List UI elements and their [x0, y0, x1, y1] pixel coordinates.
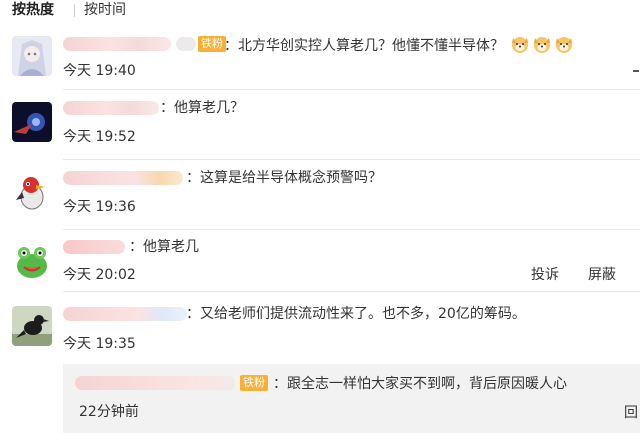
comment-text: ：他算老几: [129, 239, 199, 255]
avatar[interactable]: [12, 36, 52, 76]
sort-by-time-tab[interactable]: 按时间: [84, 0, 126, 20]
username-blurred-tail: [176, 37, 196, 51]
dog-face-emoji-icon: [556, 37, 573, 53]
comment-text: ：又给老师们提供流动性来了。也不多，20亿的筹码。: [186, 306, 526, 322]
more-indicator[interactable]: [633, 70, 639, 72]
comment-item: ：这算是给半导体概念预警吗？ 今天 19:36: [0, 160, 640, 230]
reply-username-blurred[interactable]: [75, 376, 235, 390]
fan-badge: 铁粉: [240, 375, 268, 391]
report-button[interactable]: 投诉: [531, 265, 559, 285]
avatar[interactable]: [12, 102, 52, 142]
avatar[interactable]: [12, 172, 52, 212]
username-blurred[interactable]: [63, 37, 171, 51]
comment-time: 今天 19:40: [63, 63, 136, 79]
username-blurred[interactable]: [63, 101, 159, 115]
avatar[interactable]: [12, 306, 52, 346]
dog-face-emoji-icon: [534, 37, 551, 53]
comment-text: ：他算老几？: [160, 100, 244, 116]
sort-bar: 按热度 按时间: [0, 0, 640, 22]
comment-time: 今天 20:02: [63, 267, 136, 283]
comment-item: ：他算老几？ 今天 19:52: [0, 90, 640, 160]
username-blurred[interactable]: [63, 171, 183, 185]
comment-time: 今天 19:35: [63, 336, 136, 352]
sort-divider: [74, 4, 75, 17]
reply-time: 22分钟前: [79, 404, 139, 420]
comment-item: ：他算老几 今天 20:02 投诉 屏蔽: [0, 230, 640, 292]
comment-text: ：北方华创实控人算老几？他懂不懂半导体？: [224, 34, 574, 56]
comment-item: ：又给老师们提供流动性来了。也不多，20亿的筹码。 今天 19:35: [0, 292, 640, 364]
comment-text: ：这算是给半导体概念预警吗？: [186, 170, 382, 186]
comment-time: 今天 19:52: [63, 129, 136, 145]
comment-time: 今天 19:36: [63, 199, 136, 215]
reply-box: 铁粉 ：跟全志一样怕大家买不到啊，背后原因暖人心 22分钟前 回: [63, 364, 640, 433]
comment-item: 铁粉 ：北方华创实控人算老几？他懂不懂半导体？ 今天 19:40: [0, 30, 640, 90]
dog-face-emoji-icon: [512, 37, 529, 53]
sort-by-hot-tab[interactable]: 按热度: [12, 0, 54, 20]
username-blurred[interactable]: [63, 240, 125, 254]
reply-action-partial[interactable]: 回: [624, 402, 638, 422]
emoji-group: [504, 37, 574, 54]
username-blurred[interactable]: [63, 307, 187, 321]
fan-badge: 铁粉: [198, 36, 226, 52]
block-button[interactable]: 屏蔽: [588, 265, 616, 285]
avatar[interactable]: [12, 240, 52, 280]
reply-text: ：跟全志一样怕大家买不到啊，背后原因暖人心: [273, 376, 567, 392]
